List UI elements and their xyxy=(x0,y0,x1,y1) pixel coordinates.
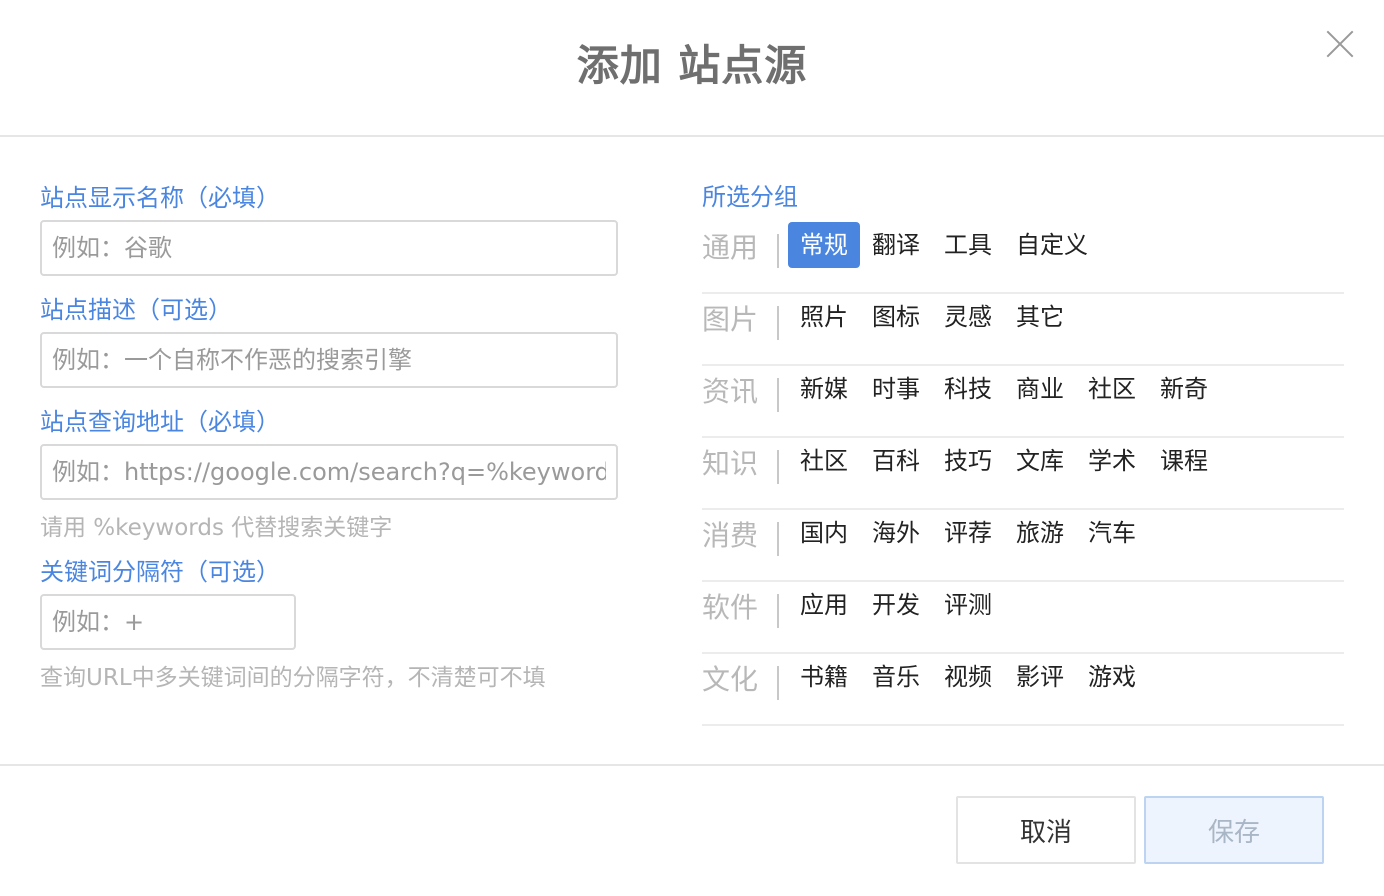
group-tag[interactable]: 常规 xyxy=(788,222,860,268)
group-tag[interactable]: 评测 xyxy=(932,582,1004,628)
group-tag[interactable]: 灵感 xyxy=(932,294,1004,340)
save-button[interactable]: 保存 xyxy=(1144,796,1324,864)
group-tag[interactable]: 社区 xyxy=(788,438,860,484)
tag-list: 常规 翻译 工具 自定义 xyxy=(788,222,1100,272)
group-tag[interactable]: 影评 xyxy=(1004,654,1076,700)
group-tag[interactable]: 科技 xyxy=(932,366,1004,412)
group-tag[interactable]: 商业 xyxy=(1004,366,1076,412)
site-desc-label: 站点描述（可选） xyxy=(40,296,232,324)
category-row: 通用 常规 翻译 工具 自定义 xyxy=(702,222,1344,294)
group-tag[interactable]: 海外 xyxy=(860,510,932,556)
separator-input[interactable] xyxy=(40,594,296,650)
group-tag[interactable]: 国内 xyxy=(788,510,860,556)
add-site-dialog: 添加 站点源 站点显示名称（必填） 站点描述（可选） 站点查询地址（必填） 请用… xyxy=(0,0,1384,896)
category-row: 文化 书籍 音乐 视频 影评 游戏 xyxy=(702,654,1344,726)
separator-label: 关键词分隔符（可选） xyxy=(40,558,280,586)
group-tag[interactable]: 汽车 xyxy=(1076,510,1148,556)
group-tag[interactable]: 文库 xyxy=(1004,438,1076,484)
category-separator xyxy=(777,306,779,340)
separator-hint: 查询URL中多关键词间的分隔字符，不清楚可不填 xyxy=(40,665,546,691)
group-tag[interactable]: 开发 xyxy=(860,582,932,628)
group-selector: 所选分组 通用 常规 翻译 工具 自定义 图片 照片 图标 灵感 其它 资讯 新媒 时事 科技 商业 社区 新奇… xyxy=(702,178,1344,726)
category-separator xyxy=(777,594,779,628)
category-separator xyxy=(777,450,779,484)
group-tag[interactable]: 学术 xyxy=(1076,438,1148,484)
category-row: 图片 照片 图标 灵感 其它 xyxy=(702,294,1344,366)
group-tag[interactable]: 翻译 xyxy=(860,222,932,268)
category-name: 消费 xyxy=(702,519,759,552)
group-tag[interactable]: 新奇 xyxy=(1148,366,1220,412)
group-tag[interactable]: 图标 xyxy=(860,294,932,340)
category-row: 知识 社区 百科 技巧 文库 学术 课程 xyxy=(702,438,1344,510)
group-tag[interactable]: 自定义 xyxy=(1004,222,1100,268)
tag-list: 新媒 时事 科技 商业 社区 新奇 xyxy=(788,366,1220,416)
category-name: 文化 xyxy=(702,663,759,696)
site-url-label: 站点查询地址（必填） xyxy=(40,408,280,436)
group-tag[interactable]: 视频 xyxy=(932,654,1004,700)
category-name: 软件 xyxy=(702,591,759,624)
group-tag[interactable]: 百科 xyxy=(860,438,932,484)
groups-title: 所选分组 xyxy=(702,183,798,211)
group-tag[interactable]: 音乐 xyxy=(860,654,932,700)
site-url-hint: 请用 %keywords 代替搜索关键字 xyxy=(40,515,393,541)
group-tag[interactable]: 社区 xyxy=(1076,366,1148,412)
category-separator xyxy=(777,234,779,268)
category-name: 通用 xyxy=(702,231,759,264)
tag-list: 社区 百科 技巧 文库 学术 课程 xyxy=(788,438,1220,488)
group-tag[interactable]: 评荐 xyxy=(932,510,1004,556)
category-row: 资讯 新媒 时事 科技 商业 社区 新奇 xyxy=(702,366,1344,438)
site-name-label: 站点显示名称（必填） xyxy=(40,184,280,212)
group-tag[interactable]: 游戏 xyxy=(1076,654,1148,700)
category-separator xyxy=(777,666,779,700)
site-name-input[interactable] xyxy=(40,220,618,276)
group-tag[interactable]: 时事 xyxy=(860,366,932,412)
site-desc-input[interactable] xyxy=(40,332,618,388)
category-row: 消费 国内 海外 评荐 旅游 汽车 xyxy=(702,510,1344,582)
group-tag[interactable]: 旅游 xyxy=(1004,510,1076,556)
category-name: 资讯 xyxy=(702,375,759,408)
group-tag[interactable]: 新媒 xyxy=(788,366,860,412)
cancel-button[interactable]: 取消 xyxy=(956,796,1136,864)
footer-divider xyxy=(0,764,1384,766)
tag-list: 照片 图标 灵感 其它 xyxy=(788,294,1076,344)
close-icon[interactable] xyxy=(1322,26,1358,62)
dialog-title: 添加 站点源 xyxy=(576,41,808,90)
group-tag[interactable]: 工具 xyxy=(932,222,1004,268)
group-tag[interactable]: 其它 xyxy=(1004,294,1076,340)
site-url-input[interactable] xyxy=(40,444,618,500)
group-tag[interactable]: 书籍 xyxy=(788,654,860,700)
tag-list: 国内 海外 评荐 旅游 汽车 xyxy=(788,510,1148,560)
category-row: 软件 应用 开发 评测 xyxy=(702,582,1344,654)
group-tag[interactable]: 课程 xyxy=(1148,438,1220,484)
group-tag[interactable]: 技巧 xyxy=(932,438,1004,484)
tag-list: 书籍 音乐 视频 影评 游戏 xyxy=(788,654,1148,704)
category-list: 通用 常规 翻译 工具 自定义 图片 照片 图标 灵感 其它 资讯 新媒 时事 科技 商业 社区 新奇 知识 社区百… xyxy=(702,222,1344,726)
category-separator xyxy=(777,378,779,412)
dialog-header: 添加 站点源 xyxy=(0,0,1384,137)
group-tag[interactable]: 应用 xyxy=(788,582,860,628)
category-name: 知识 xyxy=(702,447,759,480)
tag-list: 应用 开发 评测 xyxy=(788,582,1004,632)
group-tag[interactable]: 照片 xyxy=(788,294,860,340)
category-name: 图片 xyxy=(702,303,759,336)
category-separator xyxy=(777,522,779,556)
